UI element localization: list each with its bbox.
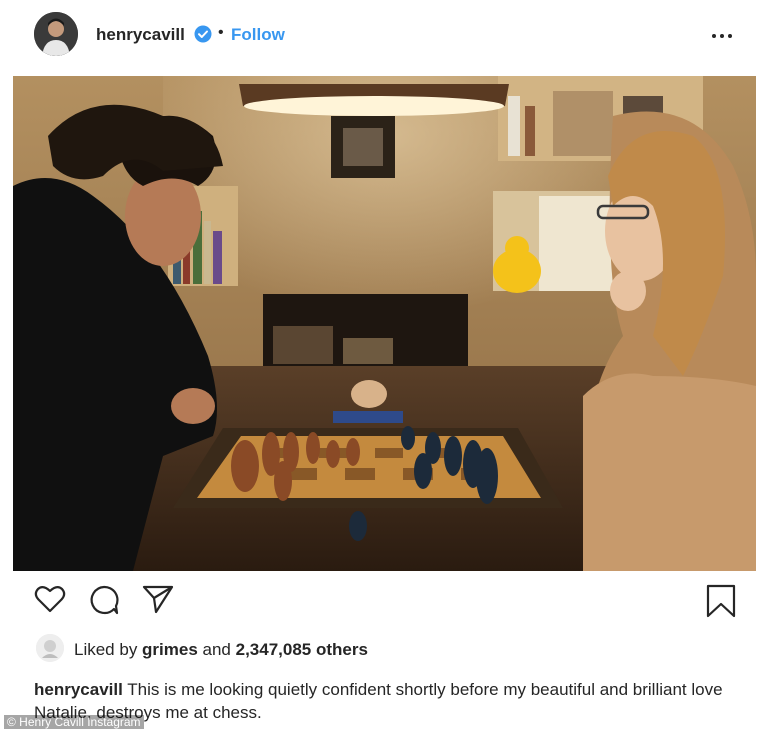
caption-username[interactable]: henrycavill	[34, 680, 123, 699]
image-credit: © Henry Cavill Instagram	[4, 715, 144, 729]
more-options-icon[interactable]	[712, 34, 734, 40]
likes-row: Liked by grimes and 2,347,085 others	[36, 634, 736, 664]
bookmark-icon[interactable]	[706, 584, 736, 623]
post-username[interactable]: henrycavill	[96, 25, 185, 45]
post-header: henrycavill • Follow	[0, 0, 770, 72]
heart-icon[interactable]	[34, 584, 66, 619]
profile-avatar[interactable]	[34, 12, 78, 56]
send-icon[interactable]	[142, 584, 174, 619]
likes-text: Liked by grimes and 2,347,085 others	[74, 640, 368, 659]
liker-username[interactable]: grimes	[142, 640, 198, 659]
comment-icon[interactable]	[88, 584, 120, 621]
separator-dot: •	[218, 24, 224, 41]
liker-avatar[interactable]	[36, 634, 64, 662]
post-actions	[0, 584, 770, 624]
likes-count[interactable]: 2,347,085 others	[236, 640, 368, 659]
post-photo[interactable]	[13, 76, 756, 571]
verified-badge-icon	[194, 25, 212, 43]
follow-button[interactable]: Follow	[231, 25, 285, 45]
